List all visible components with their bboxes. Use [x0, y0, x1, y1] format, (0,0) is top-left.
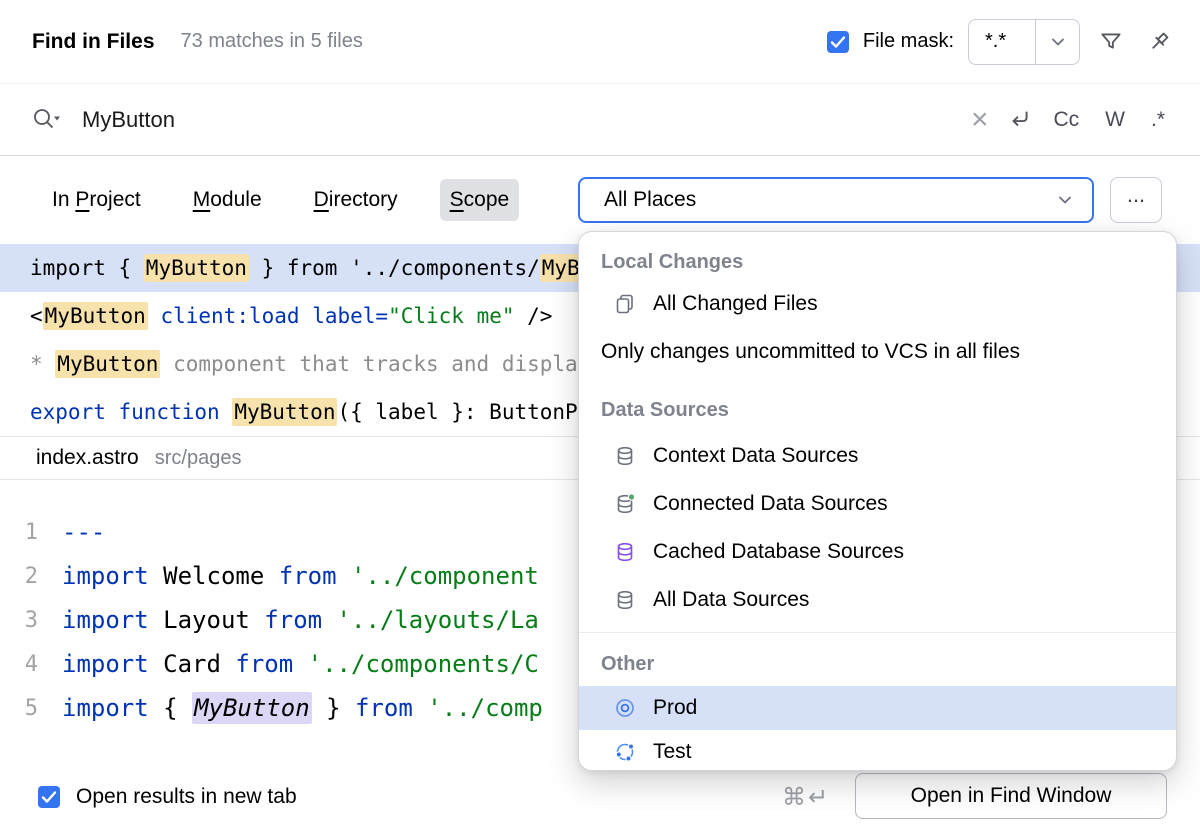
more-options-button[interactable]: ... [1110, 177, 1162, 223]
checkmark-icon [41, 790, 57, 804]
file-path: src/pages [155, 447, 242, 470]
scope-selector-combo[interactable]: All Places [578, 177, 1094, 223]
file-mask-label: File mask: [863, 30, 954, 53]
tab-mnemonic: S [450, 188, 464, 211]
file-mask-combo[interactable]: *.* [968, 19, 1080, 65]
code-text: import Layout from '../layouts/La [38, 606, 539, 634]
database-cached-icon [613, 540, 637, 564]
checkmark-icon [830, 35, 846, 49]
popup-item-label: All Data Sources [653, 588, 809, 612]
popup-item-label: All Changed Files [653, 292, 818, 316]
line-number: 1 [0, 520, 38, 545]
section-header-local-changes: Local Changes [579, 244, 1176, 280]
tab-text: irectory [329, 188, 398, 211]
popup-item-label: Context Data Sources [653, 444, 858, 468]
popup-item-label: Connected Data Sources [653, 492, 888, 516]
file-mask-checkbox[interactable] [827, 31, 849, 53]
dialog-title: Find in Files [32, 30, 155, 54]
search-options: × Cc W .* [965, 103, 1174, 137]
find-in-files-dialog: Find in Files 73 matches in 5 files File… [0, 0, 1200, 830]
popup-item-all-changed-files[interactable]: All Changed Files [579, 280, 1176, 328]
shortcut-hint: ⌘↵ [782, 764, 830, 830]
popup-item-all-data-sources[interactable]: All Data Sources [579, 576, 1176, 624]
popup-item-label: Prod [653, 696, 697, 720]
match-summary: 73 matches in 5 files [181, 30, 363, 53]
dialog-header: Find in Files 73 matches in 5 files File… [0, 0, 1200, 84]
tab-text: odule [210, 188, 261, 211]
search-row: × Cc W .* [0, 84, 1200, 156]
scope-tab-scope[interactable]: Scope [440, 179, 520, 221]
match-case-toggle[interactable]: Cc [1044, 104, 1088, 136]
popup-item-test[interactable]: Test [579, 730, 1176, 771]
popup-item-label: Test [653, 740, 692, 764]
tab-mnemonic: M [193, 188, 211, 211]
tab-mnemonic: P [75, 188, 89, 211]
section-header-data-sources: Data Sources [579, 388, 1176, 432]
header-controls: File mask: *.* [827, 19, 1176, 65]
code-text: --- [38, 518, 105, 546]
code-text: import { MyButton } from '../comp [38, 694, 543, 722]
popup-item-prod[interactable]: Prod [579, 686, 1176, 730]
scope-selector-value: All Places [604, 188, 696, 212]
tab-mnemonic: D [314, 188, 329, 211]
code-text: import Welcome from '../component [38, 562, 539, 590]
regex-toggle[interactable]: .* [1142, 104, 1174, 136]
database-connected-icon [613, 492, 637, 516]
tab-text: cope [464, 188, 510, 211]
chevron-down-icon [1054, 189, 1076, 211]
database-icon [613, 444, 637, 468]
database-icon [613, 588, 637, 612]
scope-tab-module[interactable]: Module [183, 179, 272, 221]
search-input[interactable] [82, 107, 482, 133]
scope-dropdown-popup: Local Changes All Changed Files Only cha… [578, 231, 1177, 771]
test-scope-icon [613, 740, 637, 764]
open-results-new-tab-label: Open results in new tab [76, 785, 297, 809]
section-header-other: Other [579, 642, 1176, 686]
clear-search-icon[interactable]: × [965, 105, 995, 135]
popup-item-cached-database-sources[interactable]: Cached Database Sources [579, 528, 1176, 576]
newline-icon[interactable] [1002, 103, 1036, 137]
line-number: 4 [0, 652, 38, 677]
scope-tab-in-project[interactable]: In Project [42, 179, 151, 221]
chevron-down-icon[interactable] [1035, 20, 1079, 64]
file-name: index.astro [36, 446, 139, 470]
local-changes-description: Only changes uncommitted to VCS in all f… [579, 328, 1176, 376]
popup-item-connected-data-sources[interactable]: Connected Data Sources [579, 480, 1176, 528]
pin-icon[interactable] [1142, 25, 1176, 59]
line-number: 2 [0, 564, 38, 589]
open-in-find-window-button[interactable]: Open in Find Window [855, 773, 1167, 819]
prod-scope-icon [613, 696, 637, 720]
code-text: import Card from '../components/C [38, 650, 539, 678]
file-mask-value: *.* [969, 30, 1035, 53]
changed-files-icon [613, 292, 637, 316]
line-number: 3 [0, 608, 38, 633]
popup-item-label: Cached Database Sources [653, 540, 904, 564]
search-icon[interactable] [30, 106, 62, 134]
dialog-footer: Open results in new tab ⌘↵ Open in Find … [0, 764, 1200, 830]
divider [579, 632, 1176, 633]
tab-text: In [52, 188, 75, 211]
open-results-new-tab-checkbox[interactable] [38, 786, 60, 808]
filter-icon[interactable] [1094, 25, 1128, 59]
popup-item-context-data-sources[interactable]: Context Data Sources [579, 432, 1176, 480]
whole-words-toggle[interactable]: W [1096, 104, 1134, 136]
line-number: 5 [0, 696, 38, 721]
scope-tab-directory[interactable]: Directory [304, 179, 408, 221]
tab-text: roject [89, 188, 140, 211]
